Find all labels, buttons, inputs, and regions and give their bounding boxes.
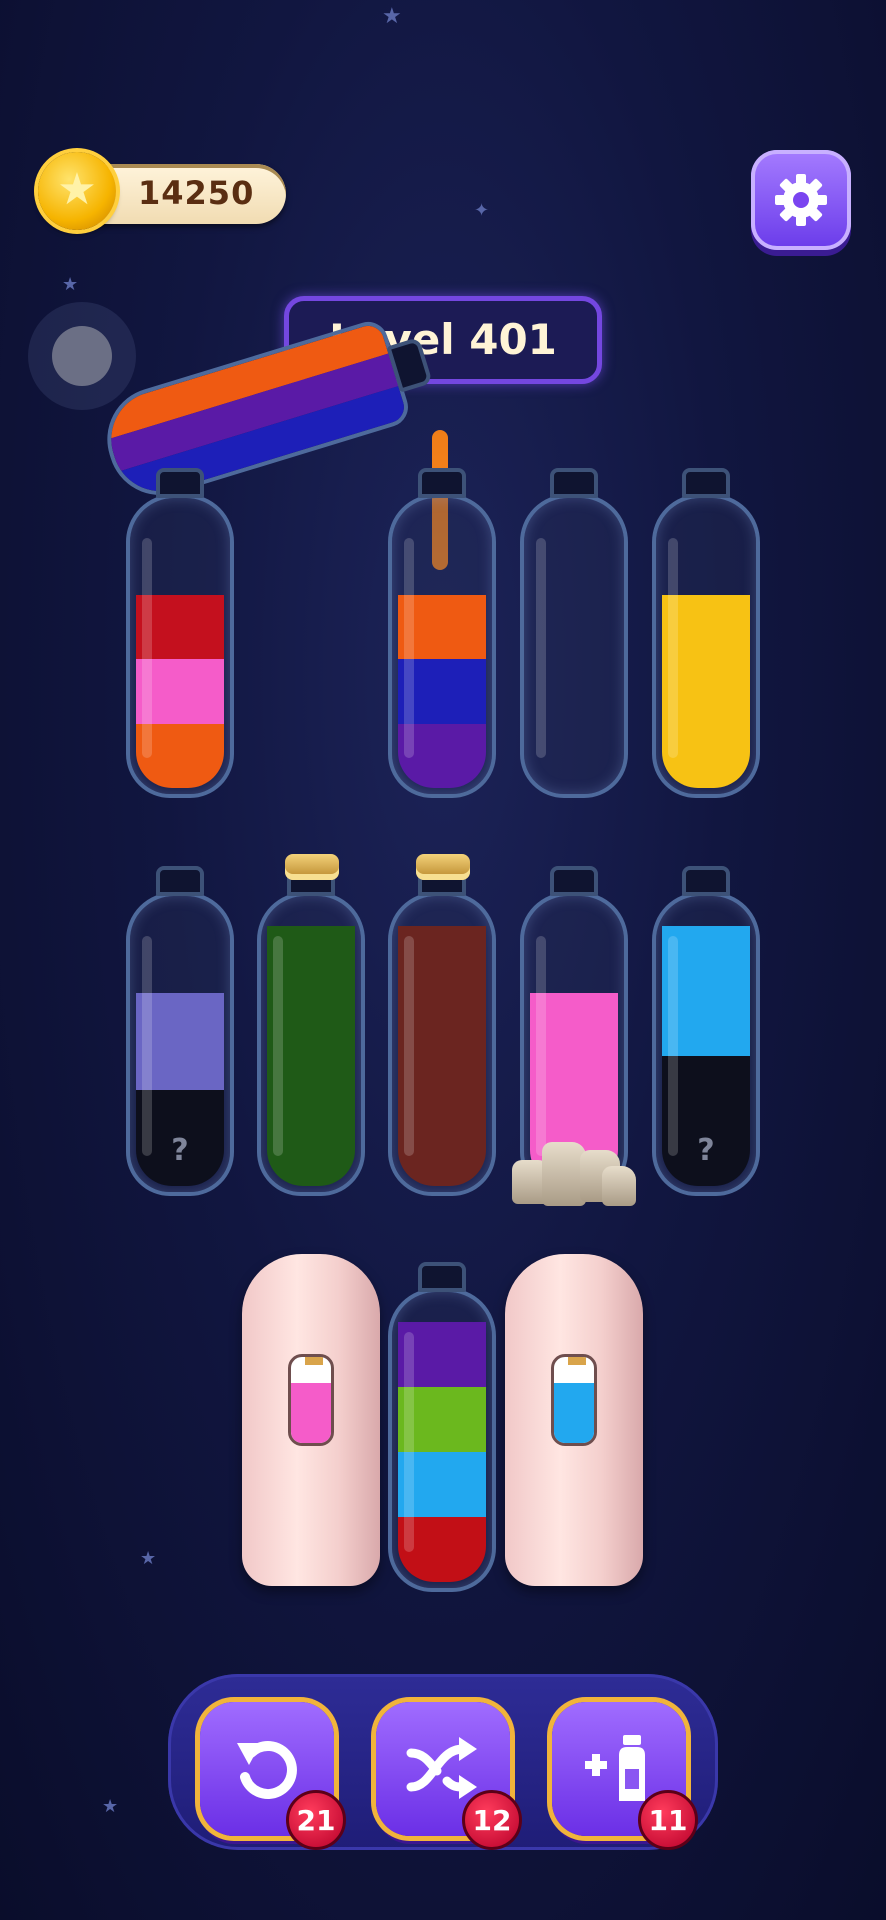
hint-bottle-icon [288, 1354, 334, 1446]
star-icon: ★ [140, 1548, 157, 1569]
star-icon: ★ [102, 1796, 119, 1817]
bottle[interactable]: ? [126, 866, 234, 1196]
undo-count: 21 [286, 1790, 346, 1850]
bottle[interactable] [520, 468, 628, 798]
bottle[interactable] [257, 854, 365, 1196]
mystery-mark: ? [697, 1133, 715, 1168]
star-icon: ★ [62, 274, 79, 295]
powerup-toolbar: 21 12 11 [168, 1674, 718, 1850]
add-bottle-count: 11 [638, 1790, 698, 1850]
covered-bottle[interactable] [505, 1254, 643, 1586]
cork-icon [285, 854, 339, 880]
gear-icon [775, 174, 827, 226]
hint-bottle-icon [551, 1354, 597, 1446]
mystery-mark: ? [171, 1133, 189, 1168]
record-button[interactable] [28, 302, 136, 410]
add-bottle-button[interactable]: 11 [552, 1702, 698, 1850]
bottle[interactable] [388, 854, 496, 1196]
bottle[interactable] [652, 468, 760, 798]
shuffle-count: 12 [462, 1790, 522, 1850]
bottle[interactable] [388, 1262, 496, 1592]
cork-icon [416, 854, 470, 880]
coin-value: 14250 [138, 174, 255, 212]
stones-icon [512, 1136, 636, 1206]
star-icon: ✦ [474, 200, 490, 221]
bottle[interactable] [388, 468, 496, 798]
star-coin-icon: ★ [38, 152, 116, 230]
shuffle-button[interactable]: 12 [376, 1702, 522, 1850]
star-icon: ★ [382, 4, 402, 29]
covered-bottle[interactable] [242, 1254, 380, 1586]
undo-button[interactable]: 21 [200, 1702, 346, 1850]
bottle[interactable] [126, 468, 234, 798]
settings-button[interactable] [751, 150, 851, 250]
bottle[interactable] [512, 866, 636, 1206]
bottle[interactable]: ? [652, 866, 760, 1196]
